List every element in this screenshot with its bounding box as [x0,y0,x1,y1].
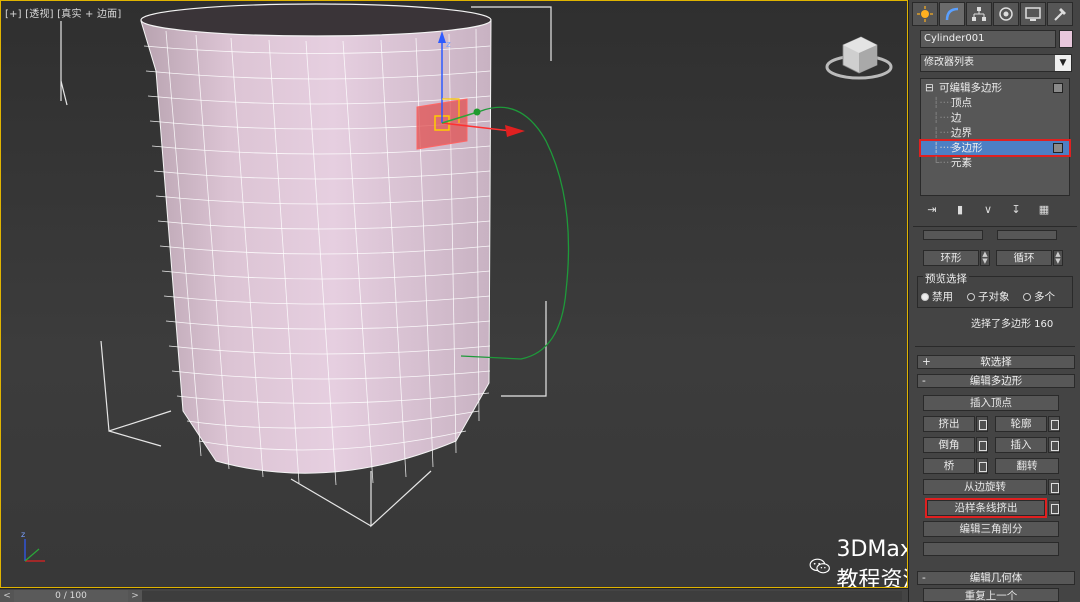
collapse-icon: - [922,572,926,584]
radio-multi[interactable]: 多个 [1023,289,1055,304]
divider [913,226,1077,227]
bridge-settings-button[interactable] [976,458,988,474]
soft-select-rollout[interactable]: + 软选择 [917,355,1075,369]
make-unique-icon[interactable]: ∨ [981,202,995,216]
axis-tripod: z [21,530,45,562]
stack-toolbar: ⇥ ▮ ∨ ↧ ▦ [925,202,1051,216]
grow-button[interactable] [997,230,1057,240]
bevel-settings-button[interactable] [976,437,988,453]
divider [915,346,1075,347]
hierarchy-icon [972,7,986,21]
stack-root[interactable]: ⊟ 可编辑多边形 [921,81,1069,95]
svg-text:z: z [21,530,25,539]
hinge-settings-button[interactable] [1048,479,1060,495]
outline-button[interactable]: 轮廓 [995,416,1047,432]
tab-create[interactable] [912,2,938,26]
gizmo-x-arrow [505,125,525,137]
frame-counter[interactable]: 0 / 100 [14,590,128,602]
retriangulate-button[interactable] [923,542,1059,556]
sun-icon [917,6,933,22]
wechat-icon [809,558,830,573]
inset-button[interactable]: 插入 [995,437,1047,453]
timeline-next-button[interactable]: > [128,590,142,602]
stack-item-edge[interactable]: ┆···· 边 [921,111,1069,125]
svg-text:z: z [446,40,451,50]
shrink-button[interactable] [923,230,983,240]
display-icon [1025,7,1041,21]
modifier-list-dropdown[interactable]: 修改器列表 ▼ [920,54,1072,72]
gizmo-y-knob [473,108,481,116]
edit-geometry-rollout[interactable]: - 编辑几何体 [917,571,1075,585]
collapse-icon: - [922,375,926,387]
extrude-along-spline-settings-button[interactable] [1048,500,1060,516]
edit-polygons-rollout[interactable]: - 编辑多边形 [917,374,1075,388]
tab-hierarchy[interactable] [966,2,992,26]
preview-selection-label: 预览选择 [923,271,969,286]
selection-status: 选择了多边形 160 [971,319,1054,330]
bend-icon [945,7,959,21]
stack-root-label: 可编辑多边形 [939,82,1002,94]
viewport-scene: z z [21,3,893,562]
ring-button[interactable]: 环形 [923,250,979,266]
viewport-label[interactable]: [+] [透视] [真实 + 边面] [5,5,121,20]
hammer-icon [1054,8,1066,21]
stack-item-vertex[interactable]: ┆···· 顶点 [921,96,1069,110]
inset-settings-button[interactable] [1048,437,1060,453]
configure-sets-icon[interactable]: ▦ [1037,202,1051,216]
watermark-text: 3DMax教程资源 [836,537,907,588]
extrude-along-spline-button[interactable]: 沿样条线挤出 [925,498,1047,518]
edit-triangulation-button[interactable]: 编辑三角剖分 [923,521,1059,537]
toggle-box[interactable] [1053,83,1063,93]
loop-button[interactable]: 循环 [996,250,1052,266]
stack-item-element[interactable]: └···· 元素 [921,156,1069,170]
outline-settings-button[interactable] [1048,416,1060,432]
object-name-field[interactable]: Cylinder001 [920,30,1056,48]
flip-button[interactable]: 翻转 [995,458,1059,474]
ring-spinner[interactable]: ▲ ▼ [980,250,990,266]
radio-subobject[interactable]: 子对象 [967,289,1010,304]
tab-motion[interactable] [993,2,1019,26]
repeat-last-button[interactable]: 重复上一个 [923,588,1059,602]
tab-utilities[interactable] [1047,2,1073,26]
stack-item-border[interactable]: ┆···· 边界 [921,126,1069,140]
command-panel: Cylinder001 修改器列表 ▼ ⊟ 可编辑多边形 ┆···· 顶点 ┆·… [908,0,1080,602]
hinge-from-edge-button[interactable]: 从边旋转 [923,479,1047,495]
remove-modifier-icon[interactable]: ↧ [1009,202,1023,216]
modifier-stack[interactable]: ⊟ 可编辑多边形 ┆···· 顶点 ┆···· 边 ┆···· 边界 ┆····… [919,78,1071,196]
bridge-button[interactable]: 桥 [923,458,975,474]
loop-spinner[interactable]: ▲ ▼ [1053,250,1063,266]
cylinder-top-rim [140,3,492,37]
viewcube[interactable] [825,36,893,80]
collapse-icon[interactable]: ⊟ [925,81,934,95]
watermark: 3DMax教程资源 [809,537,907,588]
tab-modify[interactable] [939,2,965,26]
pin-stack-icon[interactable]: ⇥ [925,202,939,216]
extrude-settings-button[interactable] [976,416,988,432]
tab-display[interactable] [1020,2,1046,26]
timeline[interactable]: < 0 / 100 > [0,588,908,602]
object-color-swatch[interactable] [1059,30,1073,48]
motion-icon [999,7,1013,21]
stack-item-polygon[interactable]: ┆···· 多边形 [919,139,1071,157]
modifier-list-label: 修改器列表 [924,57,974,68]
bevel-button[interactable]: 倒角 [923,437,975,453]
expand-icon: + [922,356,931,368]
perspective-viewport[interactable]: z z [+] [透视] [真实 + 边面] 3DMa 教程资 [0,0,908,588]
insert-vertex-button[interactable]: 插入顶点 [923,395,1059,411]
radio-off[interactable]: 禁用 [921,289,953,304]
chevron-down-icon[interactable]: ▼ [1055,55,1071,71]
panel-tabs [912,2,1073,26]
toggle-box[interactable] [1053,143,1063,153]
extrude-button[interactable]: 挤出 [923,416,975,432]
show-end-result-icon[interactable]: ▮ [953,202,967,216]
timeline-prev-button[interactable]: < [0,590,14,602]
timeline-track[interactable] [142,591,902,601]
